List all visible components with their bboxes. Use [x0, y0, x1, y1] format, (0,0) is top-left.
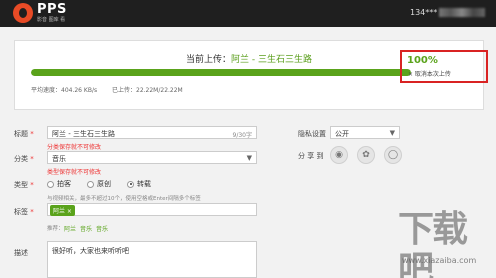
watermark-url: www.xiazaiba.com [402, 256, 477, 265]
required-mark: * [30, 130, 34, 138]
privacy-select[interactable]: 公开 ▼ [330, 126, 400, 139]
logo-text: PPS [37, 2, 67, 17]
user-phone: 134*** [410, 8, 438, 17]
category-select[interactable]: 音乐 ▼ [47, 151, 257, 164]
upload-title-prefix: 当前上传： [186, 55, 232, 65]
blurred-username [439, 8, 486, 17]
description-label: 描述 [14, 249, 28, 257]
type-label: 类型 * [14, 180, 34, 190]
title-label-text: 标题 [14, 130, 28, 138]
type-label-text: 类型 [14, 181, 28, 189]
avg-speed: 平均速度：404.26 KB/s [31, 87, 98, 94]
type-radio-yuanchuang[interactable]: 原创 [87, 179, 111, 189]
tag-hint: 与视频相关，最多不超过10个，使用空格或Enter间隔多个标签 [47, 196, 201, 202]
qzone-share-icon[interactable]: ✿ [357, 146, 375, 164]
type-radio-paike[interactable]: 拍客 [47, 179, 71, 189]
tags-input[interactable] [47, 203, 257, 216]
required-mark: * [30, 155, 34, 163]
top-bar: PPS 影音 图库 看 134*** [0, 0, 496, 27]
privacy-select-value: 公开 [335, 130, 349, 138]
recommend-item[interactable]: 音乐 [96, 224, 108, 233]
title-char-counter: 9/30字 [232, 132, 252, 139]
tag-chip[interactable]: 阿兰 × [50, 205, 75, 216]
uploaded-size: 已上传：22.22M/22.22M [112, 87, 183, 94]
chevron-down-icon: ▼ [389, 129, 395, 137]
description-value: 很好听，大家也来听听吧 [52, 247, 129, 255]
privacy-label: 隐私设置 [298, 130, 326, 138]
title-input[interactable]: 阿兰 - 三生石三生路 9/30字 [47, 126, 257, 139]
radio-icon [47, 180, 54, 188]
tags-label: 标签 * [14, 207, 34, 217]
title-label: 标题 * [14, 129, 34, 139]
radio-label: 拍客 [57, 180, 71, 188]
recommend-label: 推荐： [47, 226, 64, 232]
pps-logo[interactable]: PPS 影音 图库 看 [13, 3, 67, 23]
chevron-down-icon: ▼ [246, 154, 252, 162]
category-label: 分类 * [14, 154, 34, 164]
pps-logo-icon [13, 3, 33, 23]
watermark-text: 下载吧 [398, 209, 468, 278]
category-error: 类型保存就不可修改 [47, 169, 102, 176]
logo-subtext: 影音 图库 看 [37, 17, 66, 23]
upload-progress-fill [31, 69, 411, 76]
radio-label: 转载 [137, 180, 151, 188]
required-mark: * [30, 181, 34, 189]
user-account[interactable]: 134*** [410, 8, 486, 17]
weibo-share-icon[interactable]: ◉ [330, 146, 348, 164]
required-mark: * [30, 208, 34, 216]
radio-icon [87, 180, 94, 188]
title-input-value: 阿兰 - 三生石三生路 [52, 130, 115, 138]
watermark: 下载吧 www.xiazaiba.com [398, 210, 490, 278]
category-select-value: 音乐 [52, 155, 66, 163]
radio-selected-icon [127, 180, 134, 188]
share-label: 分 享 到 [298, 152, 324, 160]
upload-file-name: 阿兰 - 三生石三生路 [231, 55, 312, 65]
title-error: 分类保存就不可修改 [47, 144, 102, 151]
type-radio-zhuanzai[interactable]: 转载 [127, 179, 151, 189]
recommend-item[interactable]: 阿兰 [64, 224, 76, 233]
recommend-item[interactable]: 音乐 [80, 224, 92, 233]
upload-percent: 100% [407, 55, 438, 66]
tags-label-text: 标签 [14, 208, 28, 216]
radio-label: 原创 [97, 180, 111, 188]
category-label-text: 分类 [14, 155, 28, 163]
description-textarea[interactable]: 很好听，大家也来听听吧 [47, 241, 257, 278]
cancel-upload-link[interactable]: × 取消本次上传 [408, 69, 451, 78]
upload-progress-bar [31, 69, 411, 76]
renren-share-icon[interactable]: ◯ [384, 146, 402, 164]
